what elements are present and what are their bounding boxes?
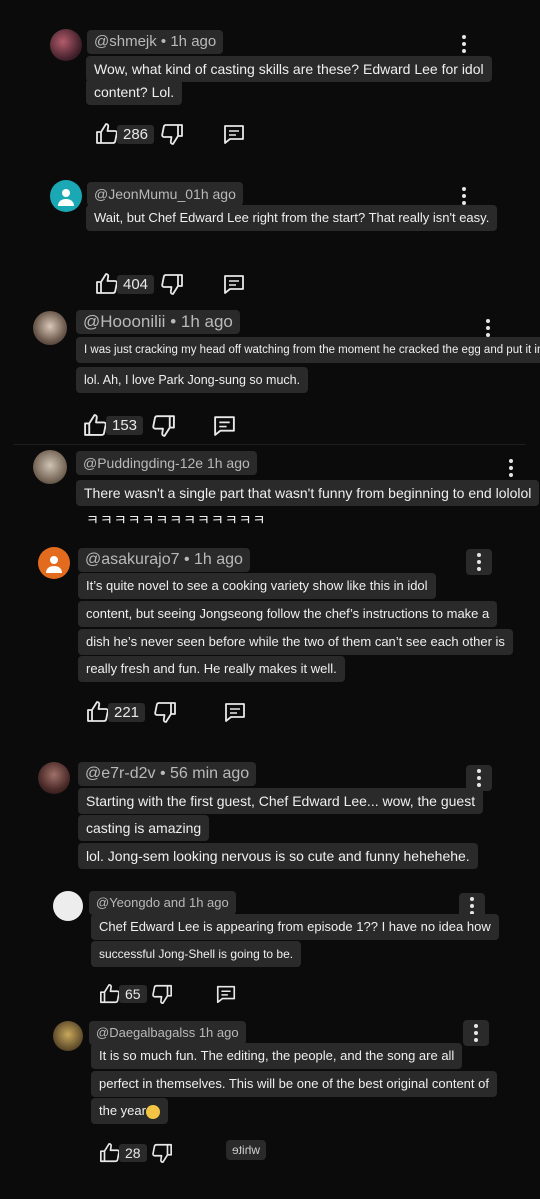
comment-text: the year (91, 1098, 168, 1124)
comment-text: It is so much fun. The editing, the peop… (91, 1043, 463, 1069)
comment-text-fragment: the year (99, 1103, 146, 1118)
thumbs-down-icon[interactable] (151, 1142, 173, 1164)
comment-text: perfect in themselves. This will be one … (91, 1071, 497, 1097)
avatar[interactable] (53, 1021, 83, 1051)
thumbs-up-icon[interactable] (99, 1142, 121, 1164)
mirrored-label: white (226, 1140, 267, 1160)
like-count: 28 (119, 1144, 147, 1162)
comment-author[interactable]: @Daegalbagalss 1h ago (89, 1021, 246, 1045)
more-vert-icon[interactable] (463, 1020, 489, 1046)
emoji-icon (145, 1104, 160, 1119)
comment-reply: @Daegalbagalss 1h ago It is so much fun.… (0, 0, 540, 1199)
